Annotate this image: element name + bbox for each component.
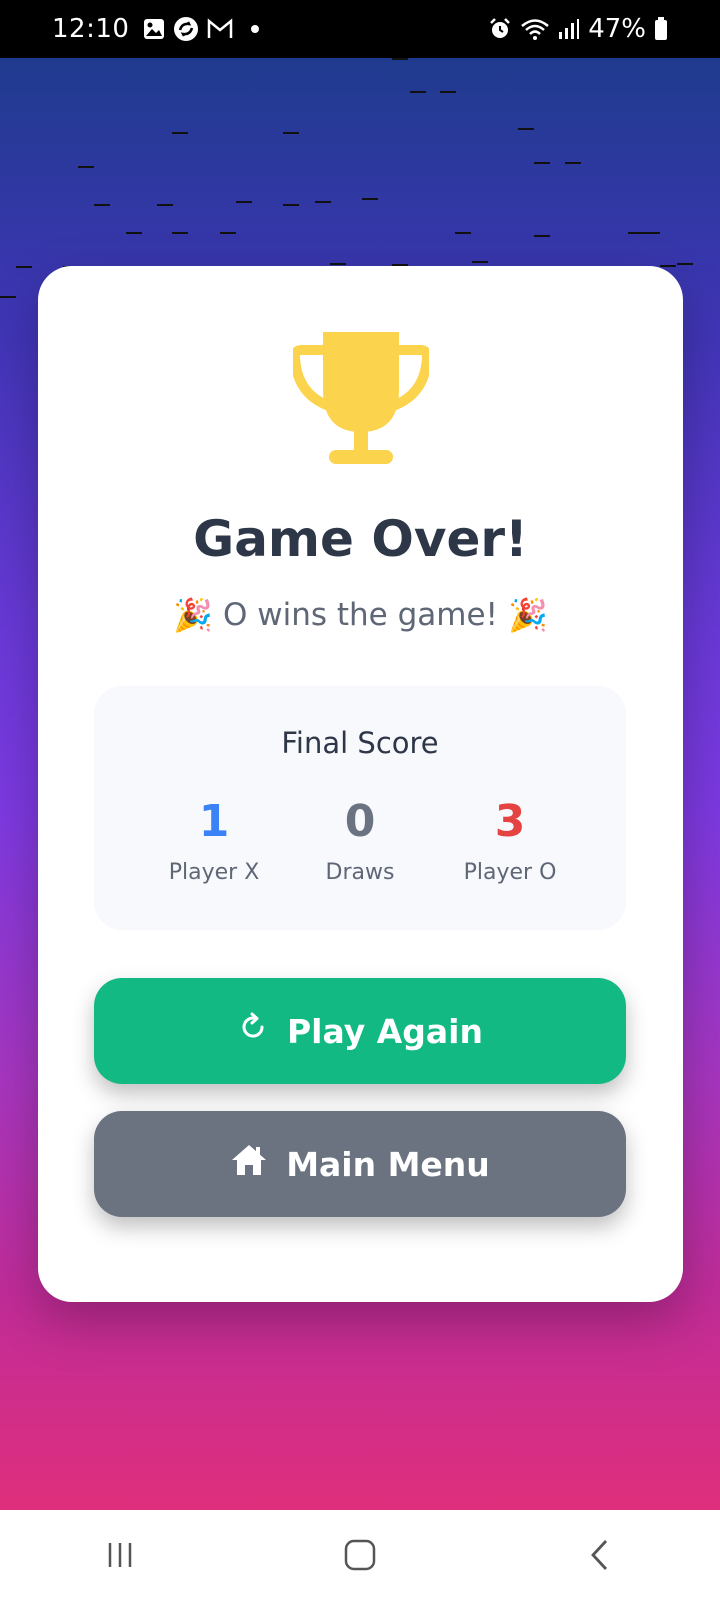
confetti-piece [126,232,142,234]
player-o-label: Player O [463,860,557,885]
player-x-score: 1 [198,796,230,847]
confetti-piece [78,166,94,168]
party-popper-icon: 🎉 [173,596,213,634]
confetti-piece [330,263,346,265]
confetti-piece [455,232,471,234]
score-player-o: 3 Player O [430,796,590,885]
refresh-icon [237,1011,269,1051]
battery-percent: 47% [588,14,646,44]
confetti-piece [392,58,408,60]
confetti-piece [518,128,534,130]
player-x-label: Player X [168,860,260,885]
winner-message: 🎉 O wins the game! 🎉 [38,596,683,634]
home-icon [230,1143,268,1185]
status-right: 47% [488,14,668,44]
confetti-piece [534,162,550,164]
confetti-piece [472,261,488,263]
confetti-piece [677,263,693,265]
confetti-piece [440,91,456,93]
confetti-piece [236,201,252,203]
home-nav-icon[interactable] [320,1525,400,1585]
status-bar: 12:10 47% [0,0,720,58]
confetti-piece [172,232,188,234]
party-popper-icon: 🎉 [507,596,548,634]
status-time: 12:10 [52,14,130,44]
confetti-piece [660,265,676,267]
main-menu-button[interactable]: Main Menu [94,1111,626,1217]
confetti-piece [157,204,173,206]
confetti-piece [283,204,299,206]
confetti-piece [172,132,188,134]
winner-text: O wins the game! [223,597,498,633]
play-again-button[interactable]: Play Again [94,978,626,1084]
confetti-piece [94,204,110,206]
confetti-piece [565,162,581,164]
player-o-score: 3 [494,796,526,847]
score-player-x: 1 Player X [134,796,294,885]
confetti-piece [315,201,331,203]
draws-score: 0 [344,796,376,847]
battery-icon [654,17,668,41]
gmail-icon [207,18,233,40]
final-score-title: Final Score [281,726,439,760]
back-icon[interactable] [560,1525,640,1585]
confetti-piece [628,232,644,234]
confetti-piece [283,132,299,134]
confetti-piece [16,266,32,268]
wifi-icon [520,17,550,41]
final-score-panel: Final Score 1 Player X 0 Draws 3 Player … [94,686,626,930]
notification-dot [251,25,260,33]
confetti-piece [362,198,378,200]
confetti-piece [0,296,16,298]
status-left: 12:10 [52,14,260,44]
signal-icon [558,18,580,40]
draws-label: Draws [325,860,395,885]
score-draws: 0 Draws [280,796,440,885]
system-nav-bar [0,1510,720,1600]
alarm-icon [488,17,512,41]
confetti-piece [410,91,426,93]
sync-app-icon [173,16,199,42]
image-icon [143,18,165,40]
confetti-piece [644,232,660,234]
recent-apps-icon[interactable] [80,1525,160,1585]
play-again-label: Play Again [287,1011,483,1051]
game-over-title: Game Over! [193,510,528,568]
trophy-icon [289,332,433,468]
confetti-piece [220,232,236,234]
game-over-card: Game Over! 🎉 O wins the game! 🎉 Final Sc… [38,266,683,1302]
confetti-piece [534,235,550,237]
main-menu-label: Main Menu [286,1144,490,1184]
